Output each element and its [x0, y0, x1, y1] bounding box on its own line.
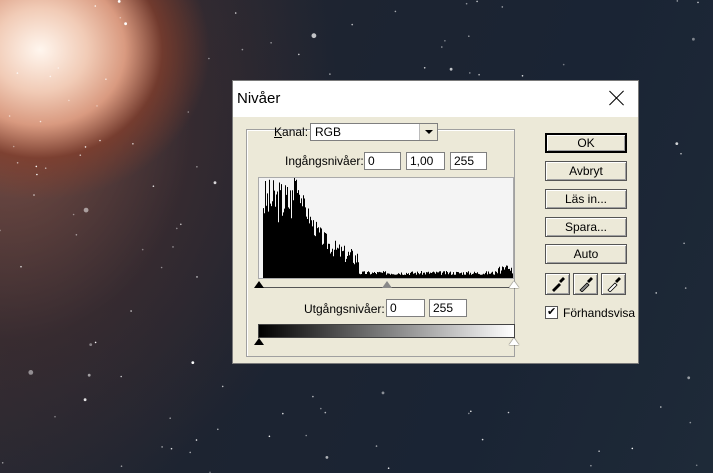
input-black-slider[interactable] — [254, 281, 264, 288]
black-eyedropper-button[interactable] — [545, 273, 570, 295]
input-white-field[interactable]: 255 — [450, 152, 487, 170]
input-levels-label: Ingångsnivåer: — [285, 154, 364, 168]
histogram-bars — [263, 178, 513, 278]
output-white-slider[interactable] — [509, 338, 519, 345]
channel-select-value: RGB — [315, 125, 342, 139]
output-levels-label: Utgångsnivåer: — [304, 302, 385, 316]
output-black-field[interactable]: 0 — [386, 299, 425, 317]
eyedropper-black-icon — [552, 277, 565, 292]
ok-button[interactable]: OK — [545, 133, 627, 153]
chevron-down-icon[interactable] — [419, 124, 437, 140]
output-white-field[interactable]: 255 — [429, 299, 467, 317]
title-bar: Nivåer — [233, 81, 638, 117]
input-gamma-slider[interactable] — [382, 281, 392, 288]
channel-select[interactable]: RGB — [310, 123, 438, 141]
cancel-button[interactable]: Avbryt — [545, 161, 627, 181]
output-gradient-bar — [258, 324, 515, 338]
close-icon[interactable] — [606, 87, 628, 109]
input-white-slider[interactable] — [509, 281, 519, 288]
eyedropper-gray-icon — [579, 277, 593, 292]
checkmark-icon: ✔ — [547, 306, 557, 318]
save-button[interactable]: Spara... — [545, 217, 627, 237]
load-button[interactable]: Läs in... — [545, 189, 627, 209]
dialog-title: Nivåer — [237, 90, 281, 107]
auto-button[interactable]: Auto — [545, 244, 627, 264]
channel-label: Kanal: — [274, 125, 309, 139]
gray-eyedropper-button[interactable] — [573, 273, 598, 295]
preview-label: Förhandsvisa — [563, 306, 636, 320]
eyedropper-white-icon — [607, 277, 621, 292]
preview-checkbox[interactable]: ✔ — [545, 306, 558, 319]
levels-dialog: Nivåer Kanal: RGB Ingångsnivåer: 0 1,00 … — [232, 80, 639, 364]
input-gamma-field[interactable]: 1,00 — [406, 152, 445, 170]
output-black-slider[interactable] — [254, 338, 264, 345]
input-black-field[interactable]: 0 — [364, 152, 401, 170]
white-eyedropper-button[interactable] — [601, 273, 626, 295]
histogram — [258, 177, 514, 279]
